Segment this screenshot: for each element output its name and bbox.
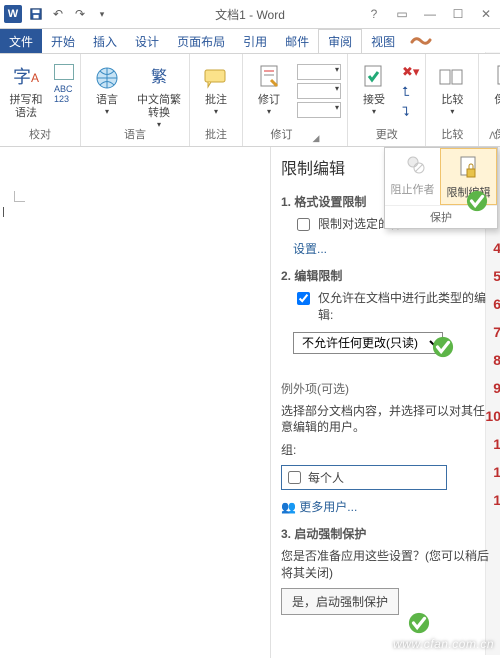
groups-label: 组: (281, 442, 490, 459)
group-language: 语言▾ 繁 中文简繁 转换▾ 语言 (81, 54, 190, 146)
tab-mailings[interactable]: 邮件 (276, 29, 318, 53)
window-title: 文档1 - Word (215, 6, 285, 23)
comments-button[interactable]: 批注▾ (196, 58, 236, 117)
chinese-convert-button[interactable]: 繁 中文简繁 转换▾ (135, 58, 183, 130)
close-icon[interactable]: ✕ (472, 0, 500, 28)
reviewing-pane-icon[interactable]: ▾ (297, 83, 341, 99)
text-cursor (0, 207, 4, 217)
protect-icon (489, 62, 500, 94)
protect-button[interactable]: 保护▾ (485, 58, 500, 117)
tab-layout[interactable]: 页面布局 (168, 29, 234, 53)
tab-view[interactable]: 视图 (362, 29, 404, 53)
globe-icon (91, 62, 123, 94)
document-canvas[interactable] (0, 147, 271, 658)
protect-popout-label: 保护 (385, 205, 497, 228)
section-2-heading: 2. 编辑限制 (281, 267, 490, 284)
restrict-editing-button[interactable]: 限制编辑 (440, 148, 497, 205)
group-tracking: 修订▾ ▾ ▾ ▾ 修订 ◢ (243, 54, 348, 146)
block-authors-button[interactable]: 阻止作者 (385, 148, 440, 205)
tab-file[interactable]: 文件 (0, 29, 42, 53)
trackchanges-button[interactable]: 修订▾ (249, 58, 289, 117)
accept-button[interactable]: 接受▾ (354, 58, 394, 117)
group-comments-label: 批注 (205, 124, 227, 144)
editing-restriction-checkbox[interactable]: 仅允许在文档中进行此类型的编辑: (293, 290, 490, 324)
block-authors-icon (401, 154, 425, 181)
tab-design[interactable]: 设计 (126, 29, 168, 53)
more-users-link[interactable]: 👥 更多用户... (281, 498, 490, 515)
exceptions-paragraph: 选择部分文档内容，并选择可以对其任意编辑的用户。 (281, 403, 490, 437)
tab-review[interactable]: 审阅 (318, 29, 362, 54)
page-corner-mark (14, 191, 25, 202)
undo-icon[interactable]: ↶ (50, 6, 66, 22)
minimize-icon[interactable]: — (416, 0, 444, 28)
content-area: 阻止作者 限制编辑 保护 限制编辑 1. 格式设置限制 限制对选定的样 设置..… (0, 147, 500, 658)
next-change-icon[interactable]: ⮧ (402, 104, 419, 120)
tab-home[interactable]: 开始 (42, 29, 84, 53)
group-tracking-label: 修订 (271, 124, 293, 144)
quick-access-toolbar: W ↶ ↷ ▾ (0, 5, 110, 23)
save-icon[interactable] (28, 6, 44, 22)
format-restriction-input[interactable] (297, 218, 310, 231)
compare-icon (436, 62, 468, 94)
qat-dropdown-icon[interactable]: ▾ (94, 6, 110, 22)
accept-icon (358, 62, 390, 94)
groups-list[interactable]: 每个人 (281, 465, 447, 490)
thesaurus-icon[interactable] (54, 64, 74, 80)
collapse-ribbon-icon[interactable]: ᐱ (489, 131, 496, 142)
group-changes: 接受▾ ✖▾ ⮤ ⮧ 更改 (348, 54, 426, 146)
editing-restriction-label: 仅允许在文档中进行此类型的编辑: (318, 290, 490, 324)
compare-button[interactable]: 比较▾ (432, 58, 472, 117)
reject-icon[interactable]: ✖▾ (402, 64, 419, 80)
show-markup-icon[interactable]: ▾ (297, 64, 341, 80)
ribbon-tabs: 文件 开始 插入 设计 页面布局 引用 邮件 审阅 视图 (0, 29, 500, 53)
comment-icon (200, 62, 232, 94)
group-proofing-label: 校对 (29, 124, 51, 144)
editing-restriction-input[interactable] (297, 292, 310, 305)
editing-type-dropdown[interactable]: 不允许任何更改(只读) (293, 332, 443, 354)
display-review-icon[interactable]: ▾ (297, 102, 341, 118)
group-comments: 批注▾ 批注 (190, 54, 243, 146)
enforce-protection-button[interactable]: 是，启动强制保护 (281, 588, 399, 615)
restrict-editing-icon (458, 155, 480, 184)
group-proofing: 字A 拼写和语法 ABC123 校对 (0, 54, 81, 146)
word-logo-icon: W (4, 5, 22, 23)
watermark: www.cfan.com.cn (393, 637, 494, 651)
ribbon-display-icon[interactable]: ▭ (388, 0, 416, 28)
chinese-convert-icon: 繁 (143, 62, 175, 94)
ribbon: 字A 拼写和语法 ABC123 校对 语言▾ 繁 中文简繁 转换▾ 语言 (0, 53, 500, 147)
everyone-label: 每个人 (308, 469, 344, 486)
redo-icon[interactable]: ↷ (72, 6, 88, 22)
trackchanges-icon (253, 62, 285, 94)
spellgrammar-icon: 字A (10, 62, 42, 94)
maximize-icon[interactable]: ☐ (444, 0, 472, 28)
language-button[interactable]: 语言▾ (87, 58, 127, 117)
everyone-checkbox[interactable] (288, 471, 301, 484)
group-compare: 比较▾ 比较 (426, 54, 479, 146)
window-controls: ? ▭ — ☐ ✕ (360, 0, 500, 28)
line-numbers: 456 789 101 11 (485, 234, 500, 514)
restrict-editing-pane: 阻止作者 限制编辑 保护 限制编辑 1. 格式设置限制 限制对选定的样 设置..… (271, 147, 500, 658)
addin-icon[interactable] (404, 29, 438, 53)
exceptions-heading: 例外项(可选) (281, 380, 490, 397)
settings-link[interactable]: 设置... (293, 240, 490, 257)
help-icon[interactable]: ? (360, 0, 388, 28)
tab-insert[interactable]: 插入 (84, 29, 126, 53)
group-language-label: 语言 (124, 124, 146, 144)
prev-change-icon[interactable]: ⮤ (402, 84, 419, 100)
tracking-launcher-icon[interactable]: ◢ (313, 133, 320, 144)
protect-popout: 阻止作者 限制编辑 保护 (384, 147, 498, 229)
title-bar: W ↶ ↷ ▾ 文档1 - Word ? ▭ — ☐ ✕ (0, 0, 500, 29)
group-compare-label: 比较 (441, 124, 463, 144)
wordcount-icon[interactable]: ABC123 (54, 84, 74, 104)
group-changes-label: 更改 (376, 124, 398, 144)
tab-references[interactable]: 引用 (234, 29, 276, 53)
section-3-heading: 3. 启动强制保护 (281, 525, 490, 542)
section-3-paragraph: 您是否准备应用这些设置？(您可以稍后将其关闭) (281, 548, 490, 582)
spellgrammar-button[interactable]: 字A 拼写和语法 (6, 58, 46, 120)
